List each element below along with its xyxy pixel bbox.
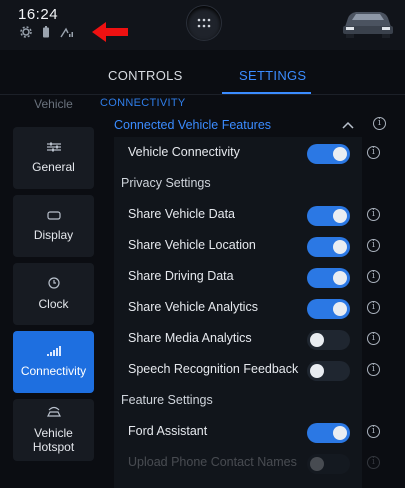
group-title: Connected Vehicle Features — [114, 118, 272, 132]
info-icon[interactable]: i — [367, 332, 380, 345]
sidebar-item-general[interactable]: General — [13, 127, 94, 189]
status-icons — [20, 26, 74, 41]
connectivity-settings-list: Vehicle Connectivity i Privacy Settings … — [114, 137, 380, 488]
setting-row-upload-phone-contact-names: Upload Phone Contact Names i — [114, 447, 380, 478]
tab-settings[interactable]: SETTINGS — [239, 68, 306, 83]
sidebar-item-vehicle[interactable]: Vehicle — [13, 85, 94, 115]
sidebar-item-label: Clock — [38, 297, 69, 311]
settings-sidebar: Vehicle General Display Clock Connectivi… — [0, 95, 108, 488]
setting-label: Share Vehicle Data — [128, 207, 236, 221]
info-icon[interactable]: i — [373, 117, 386, 130]
hotspot-icon — [46, 406, 62, 420]
sidebar-item-label: General — [32, 160, 75, 174]
ford-assistant-toggle[interactable] — [307, 423, 350, 443]
setting-row-vehicle-connectivity: Vehicle Connectivity i — [114, 137, 380, 168]
grid-icon — [197, 18, 211, 28]
app-grid-button[interactable] — [187, 6, 221, 40]
share-vehicle-analytics-toggle[interactable] — [307, 299, 350, 319]
gear-status-icon — [20, 26, 32, 41]
toggle-knob — [333, 240, 347, 254]
clock-icon — [47, 277, 60, 291]
sidebar-item-display[interactable]: Display — [13, 195, 94, 257]
toggle-knob — [310, 333, 324, 347]
info-icon[interactable]: i — [367, 363, 380, 376]
setting-row-share-vehicle-data: Share Vehicle Data i — [114, 199, 380, 230]
sidebar-item-vehicle-hotspot[interactable]: Vehicle Hotspot — [13, 399, 94, 461]
settings-content: CONNECTIVITY Connected Vehicle Features … — [100, 95, 405, 488]
info-icon[interactable]: i — [367, 425, 380, 438]
setting-row-share-media-analytics: Share Media Analytics i — [114, 323, 380, 354]
toggle-knob — [333, 302, 347, 316]
vehicle-connectivity-toggle[interactable] — [307, 144, 350, 164]
share-driving-data-toggle[interactable] — [307, 268, 350, 288]
annotation-arrow-icon — [92, 22, 128, 47]
signal-status-icon — [60, 26, 74, 41]
vehicle-status-car-icon[interactable] — [340, 4, 396, 43]
setting-row-speech-recognition-feedback: Speech Recognition Feedback i — [114, 354, 380, 385]
display-icon — [46, 210, 61, 222]
setting-label: Speech Recognition Feedback — [128, 362, 299, 376]
share-media-analytics-toggle[interactable] — [307, 330, 350, 350]
feature-settings-subheading: Feature Settings — [114, 385, 362, 416]
info-icon[interactable]: i — [367, 208, 380, 221]
clock-time: 16:24 — [18, 6, 59, 23]
sidebar-item-label: Display — [33, 228, 74, 242]
share-vehicle-location-toggle[interactable] — [307, 237, 350, 257]
subheading-label: Privacy Settings — [121, 176, 211, 190]
sidebar-item-clock[interactable]: Clock — [13, 263, 94, 325]
sidebar-item-label: Vehicle — [34, 97, 73, 111]
section-title: CONNECTIVITY — [100, 97, 186, 109]
toggle-knob — [333, 426, 347, 440]
setting-row-share-vehicle-analytics: Share Vehicle Analytics i — [114, 292, 380, 323]
setting-row-share-driving-data: Share Driving Data i — [114, 261, 380, 292]
battery-status-icon — [42, 26, 50, 41]
info-icon[interactable]: i — [367, 146, 380, 159]
toggle-knob — [333, 271, 347, 285]
tab-controls[interactable]: CONTROLS — [108, 68, 183, 83]
toggle-knob — [333, 147, 347, 161]
info-icon[interactable]: i — [367, 270, 380, 283]
toggle-knob — [333, 209, 347, 223]
setting-row-share-vehicle-location: Share Vehicle Location i — [114, 230, 380, 261]
setting-label: Ford Assistant — [128, 424, 208, 438]
setting-row-ford-assistant: Ford Assistant i — [114, 416, 380, 447]
signal-bars-icon — [46, 346, 61, 358]
toggle-knob — [310, 364, 324, 378]
setting-label: Share Vehicle Location — [128, 238, 256, 252]
chevron-up-icon[interactable] — [342, 118, 354, 132]
sliders-icon — [46, 142, 61, 154]
sidebar-item-connectivity[interactable]: Connectivity — [13, 331, 94, 393]
privacy-settings-subheading: Privacy Settings — [114, 168, 362, 199]
sidebar-item-label: Connectivity — [20, 364, 87, 378]
setting-label: Share Driving Data — [128, 269, 234, 283]
setting-label: Upload Phone Contact Names — [128, 455, 297, 469]
active-tab-indicator — [222, 92, 311, 94]
setting-label: Share Vehicle Analytics — [128, 300, 258, 314]
info-icon[interactable]: i — [367, 301, 380, 314]
sidebar-item-label: Vehicle Hotspot — [32, 426, 75, 454]
upload-phone-contact-names-toggle[interactable] — [307, 454, 350, 474]
subheading-label: Feature Settings — [121, 393, 213, 407]
connected-vehicle-features-header[interactable]: Connected Vehicle Features — [100, 115, 362, 137]
share-vehicle-data-toggle[interactable] — [307, 206, 350, 226]
setting-label: Vehicle Connectivity — [128, 145, 240, 159]
info-icon[interactable]: i — [367, 456, 380, 469]
setting-label: Share Media Analytics — [128, 331, 252, 345]
toggle-knob — [310, 457, 324, 471]
info-icon[interactable]: i — [367, 239, 380, 252]
status-bar: 16:24 — [0, 0, 405, 50]
speech-recognition-feedback-toggle[interactable] — [307, 361, 350, 381]
